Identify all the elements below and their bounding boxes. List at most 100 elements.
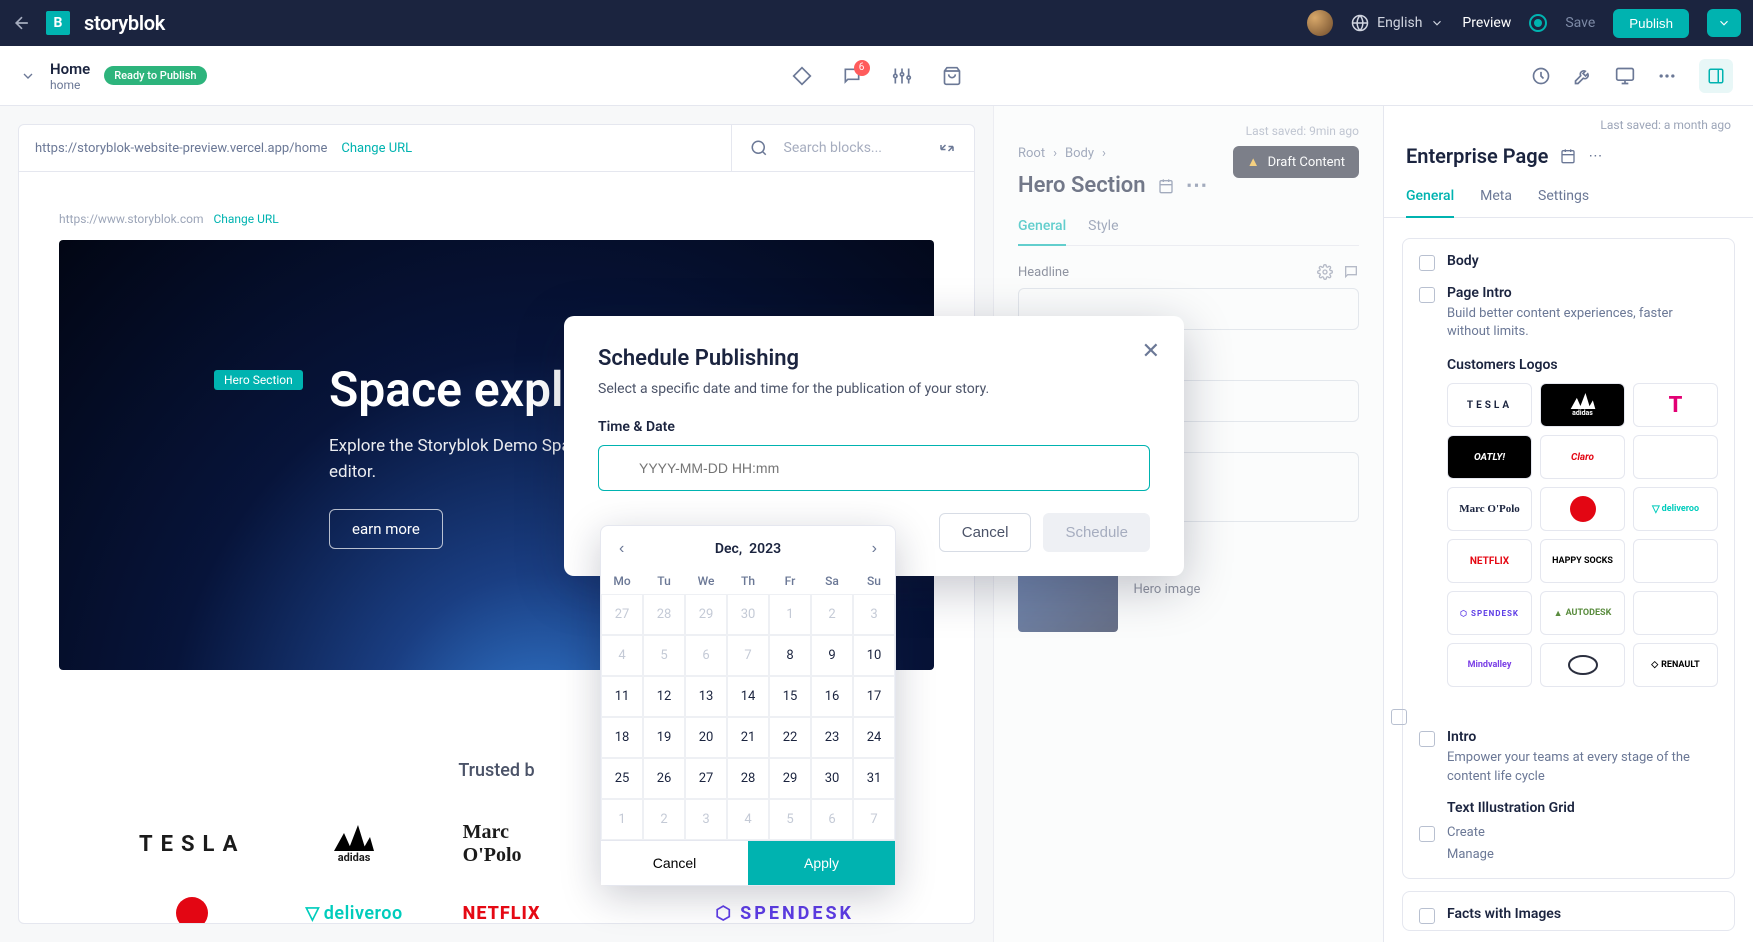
side-tab-meta[interactable]: Meta — [1480, 176, 1512, 217]
mini-logo-marcopolo[interactable]: Marc O'Polo — [1447, 487, 1532, 531]
breadcrumb-body[interactable]: Body — [1065, 146, 1094, 161]
dp-day[interactable]: 24 — [853, 717, 895, 758]
mini-logo-mindvalley[interactable]: Mindvalley — [1447, 643, 1532, 687]
close-icon[interactable]: ✕ — [1142, 338, 1160, 364]
modal-cancel-button[interactable]: Cancel — [939, 513, 1032, 552]
more-icon[interactable]: ⋯ — [1588, 148, 1602, 164]
dp-day: 1 — [601, 799, 643, 840]
mini-logo-spendesk[interactable]: ⬡SPENDESK — [1447, 591, 1532, 635]
diamond-icon[interactable] — [792, 66, 812, 86]
back-icon[interactable] — [12, 13, 32, 33]
dow-we: We — [685, 568, 727, 594]
dp-day[interactable]: 31 — [853, 758, 895, 799]
change-url-link[interactable]: Change URL — [341, 141, 412, 156]
inner-change-url[interactable]: Change URL — [213, 212, 278, 226]
hero-learn-more-button[interactable]: earn more — [329, 509, 443, 549]
side-tab-settings[interactable]: Settings — [1538, 176, 1589, 217]
calendar-icon[interactable] — [1158, 178, 1174, 194]
dp-day[interactable]: 22 — [769, 717, 811, 758]
dp-day[interactable]: 8 — [769, 635, 811, 676]
datetime-input[interactable] — [598, 445, 1150, 491]
dp-day[interactable]: 13 — [685, 676, 727, 717]
dp-day[interactable]: 30 — [811, 758, 853, 799]
mini-logo-oatly[interactable]: OATLY! — [1447, 435, 1532, 479]
collapse-icon[interactable] — [938, 139, 956, 157]
preview-link[interactable]: Preview — [1462, 15, 1511, 31]
checkbox-intro[interactable] — [1419, 731, 1435, 747]
dp-cancel-button[interactable]: Cancel — [601, 841, 748, 885]
logo-adidas: adidas — [334, 825, 374, 864]
dp-day[interactable]: 26 — [643, 758, 685, 799]
side-tab-general[interactable]: General — [1406, 176, 1454, 218]
dp-day[interactable]: 18 — [601, 717, 643, 758]
mini-logo-placeholder3[interactable] — [1633, 591, 1718, 635]
more-icon[interactable] — [1657, 66, 1677, 86]
mini-logo-netflix[interactable]: NETFLIX — [1447, 539, 1532, 583]
gear-icon[interactable] — [1317, 264, 1333, 280]
publish-dropdown[interactable] — [1707, 9, 1741, 37]
dp-day[interactable]: 25 — [601, 758, 643, 799]
shopping-icon[interactable] — [942, 66, 962, 86]
mini-logo-claro[interactable]: Claro — [1540, 435, 1625, 479]
dp-day[interactable]: 29 — [769, 758, 811, 799]
search-icon[interactable] — [750, 139, 768, 157]
tab-general[interactable]: General — [1018, 208, 1066, 246]
mini-logo-adidas[interactable]: adidas — [1540, 383, 1625, 427]
mini-logo-deliveroo[interactable]: ▽deliveroo — [1633, 487, 1718, 531]
dp-day[interactable]: 11 — [601, 676, 643, 717]
mini-logo-placeholder[interactable] — [1633, 435, 1718, 479]
checkbox-grid[interactable] — [1419, 826, 1435, 842]
avatar[interactable] — [1307, 10, 1333, 36]
history-icon[interactable] — [1531, 66, 1551, 86]
dp-day[interactable]: 17 — [853, 676, 895, 717]
comments-icon[interactable]: 6 — [842, 66, 862, 86]
search-placeholder[interactable]: Search blocks... — [784, 140, 882, 156]
sliders-icon[interactable] — [892, 66, 912, 86]
record-icon[interactable] — [1529, 14, 1547, 32]
dp-day[interactable]: 15 — [769, 676, 811, 717]
mini-logo-tmobile[interactable]: T — [1633, 383, 1718, 427]
mini-logo-renault[interactable]: ◇RENAULT — [1633, 643, 1718, 687]
dp-day[interactable]: 9 — [811, 635, 853, 676]
dp-day[interactable]: 14 — [727, 676, 769, 717]
comment-icon[interactable] — [1343, 264, 1359, 280]
publish-button[interactable]: Publish — [1613, 9, 1689, 38]
language-selector[interactable]: English — [1351, 14, 1444, 32]
logo-deliveroo: ▽deliveroo — [305, 903, 402, 924]
mini-logo-placeholder2[interactable] — [1633, 539, 1718, 583]
dp-day[interactable]: 10 — [853, 635, 895, 676]
mini-logo-pizzahut[interactable] — [1540, 487, 1625, 531]
dp-day[interactable]: 16 — [811, 676, 853, 717]
mini-logo-wb[interactable] — [1540, 643, 1625, 687]
dp-day[interactable]: 21 — [727, 717, 769, 758]
save-button[interactable]: Save — [1565, 15, 1595, 31]
dp-apply-button[interactable]: Apply — [748, 841, 895, 885]
dp-day[interactable]: 28 — [727, 758, 769, 799]
expand-icon[interactable] — [20, 68, 36, 84]
logo-netflix: NETFLIX — [463, 903, 541, 924]
mini-logo-tesla[interactable]: TESLA — [1447, 383, 1532, 427]
breadcrumb-root[interactable]: Root — [1018, 146, 1045, 161]
dp-day[interactable]: 27 — [685, 758, 727, 799]
prev-month-icon[interactable]: ‹ — [619, 540, 624, 558]
panel-toggle-icon[interactable] — [1699, 59, 1733, 93]
calendar-icon[interactable] — [1560, 148, 1576, 164]
brand-logo-icon: B — [46, 11, 70, 35]
checkbox-page-intro[interactable] — [1419, 287, 1435, 303]
checkbox-mini-logos[interactable] — [1391, 709, 1407, 725]
dp-day[interactable]: 23 — [811, 717, 853, 758]
dp-day[interactable]: 20 — [685, 717, 727, 758]
next-month-icon[interactable]: › — [872, 540, 877, 558]
tab-style[interactable]: Style — [1088, 208, 1118, 245]
checkbox-facts[interactable] — [1419, 908, 1435, 924]
tools-icon[interactable] — [1573, 66, 1593, 86]
hero-section-tag[interactable]: Hero Section — [214, 370, 303, 390]
desktop-icon[interactable] — [1615, 66, 1635, 86]
dp-day[interactable]: 12 — [643, 676, 685, 717]
mini-logo-happysocks[interactable]: HAPPY SOCKS — [1540, 539, 1625, 583]
mini-logo-autodesk[interactable]: ▲AUTODESK — [1540, 591, 1625, 635]
more-icon[interactable]: ⋯ — [1186, 173, 1208, 198]
dp-day[interactable]: 19 — [643, 717, 685, 758]
modal-schedule-button[interactable]: Schedule — [1043, 513, 1150, 552]
checkbox-body[interactable] — [1419, 255, 1435, 271]
